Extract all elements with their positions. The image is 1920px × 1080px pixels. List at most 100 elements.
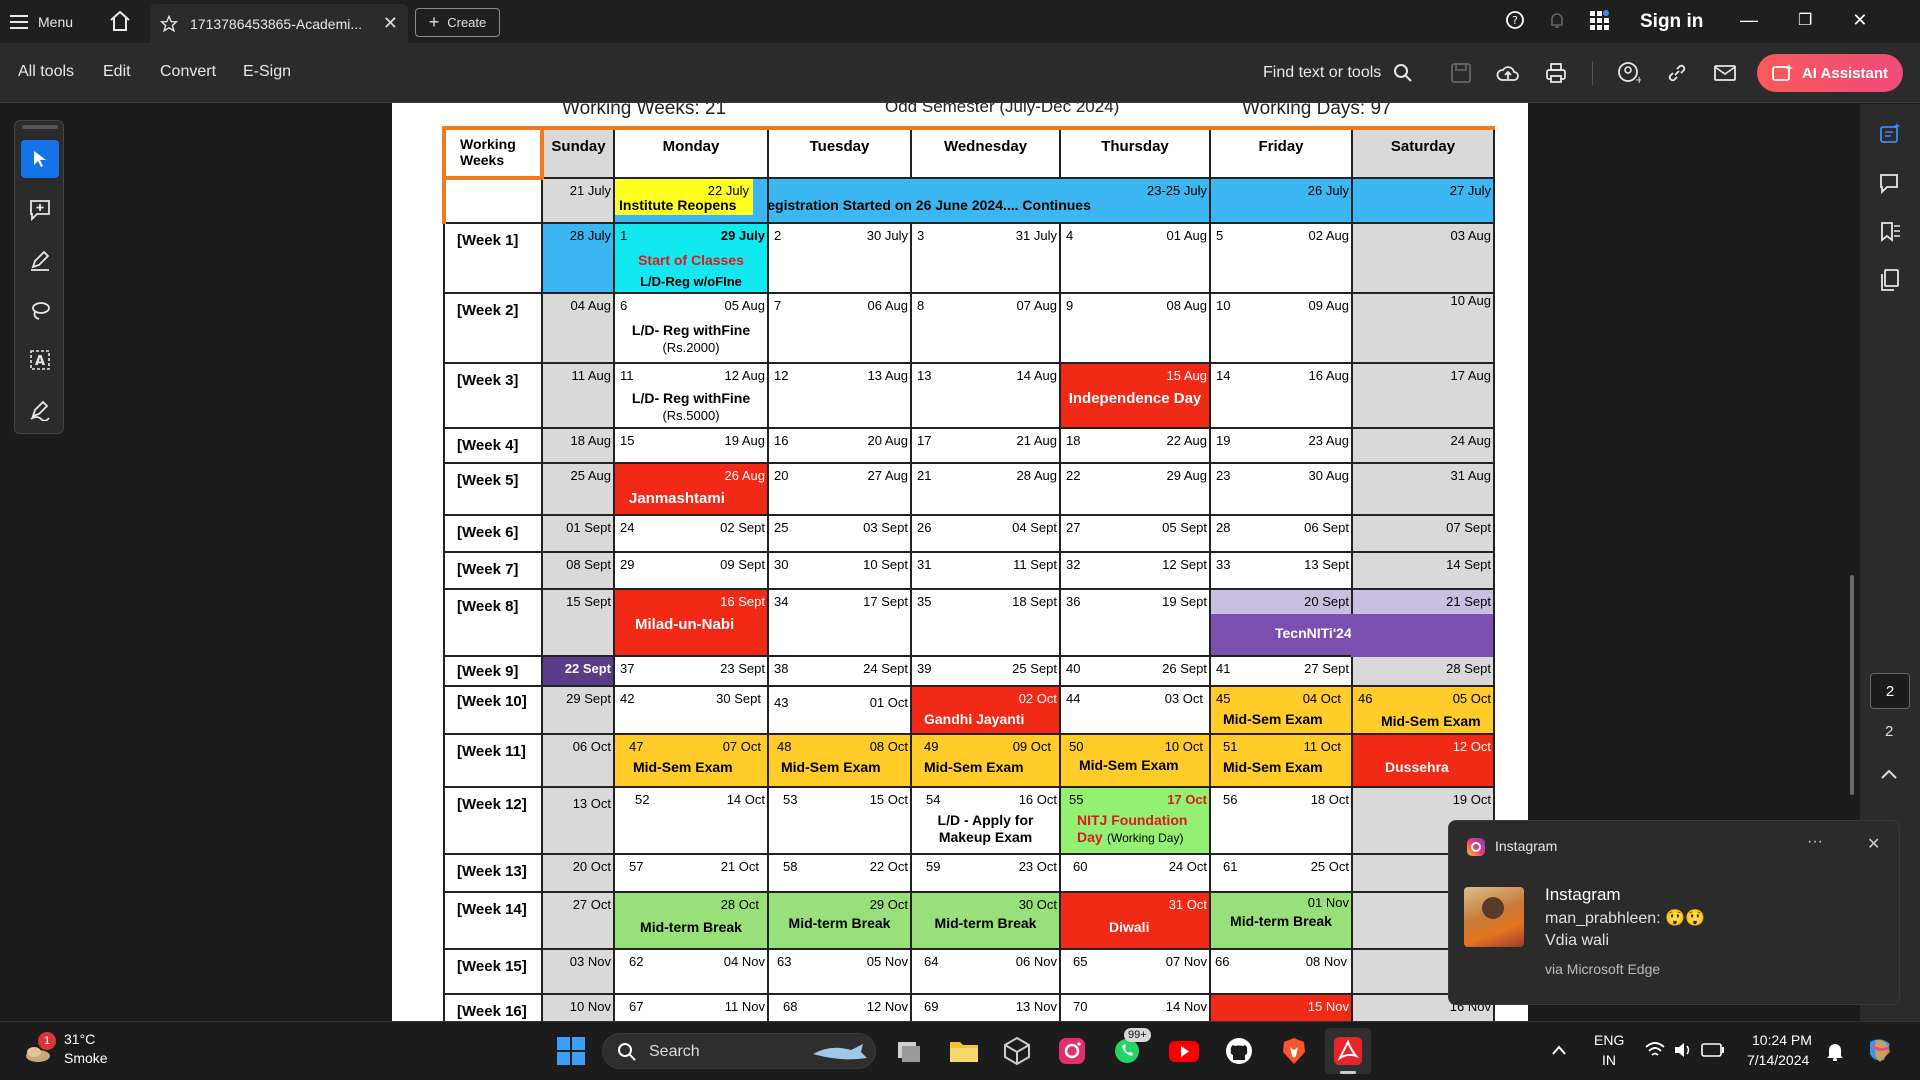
week-label-cell: [Week 14] <box>443 891 543 950</box>
day-cell: 9 08 Aug <box>1059 292 1211 364</box>
institute-reopens-cell: 22 July Institute Reopens <box>613 177 769 224</box>
help-icon[interactable]: ? <box>1505 10 1525 30</box>
calendar-row-week: [Week 3] 11 Aug 11 12 Aug L/D- Reg withFin… <box>443 362 1495 429</box>
makeup-exam-cell: 54 16 Oct L/D - Apply for Makeup Exam <box>910 786 1061 855</box>
day-cell: 21 Sept <box>1351 588 1495 657</box>
whatsapp-badge: 99+ <box>1124 1028 1151 1042</box>
late-registration-cell: 6 05 Aug L/D- Reg withFine (Rs.2000) <box>613 292 769 364</box>
print-icon[interactable] <box>1544 62 1568 84</box>
day-cell: 29 Sept <box>541 685 615 735</box>
esign-menu[interactable]: E-Sign <box>243 63 291 81</box>
mid-term-break-cell: 29 Oct Mid-term Break <box>767 891 912 950</box>
acrobat-taskbar-button[interactable] <box>1325 1028 1371 1074</box>
save-icon[interactable] <box>1450 62 1472 84</box>
edit-menu[interactable]: Edit <box>103 63 131 81</box>
day-cell: 10 Aug <box>1351 292 1495 364</box>
plus-icon: + <box>428 12 440 32</box>
highlight-tool-button[interactable] <box>21 241 59 279</box>
home-icon[interactable] <box>108 9 132 33</box>
notification-bell-icon[interactable] <box>1826 1041 1844 1061</box>
create-button[interactable]: + Create <box>415 8 500 37</box>
weather-widget[interactable]: 1 <box>22 1032 56 1066</box>
create-label: Create <box>447 15 487 30</box>
chevron-up-icon[interactable] <box>1880 768 1898 780</box>
link-icon[interactable] <box>1665 61 1689 85</box>
battery-icon[interactable] <box>1701 1042 1725 1058</box>
day-cell: 01 Sept <box>541 514 615 553</box>
star-icon[interactable] <box>160 14 178 33</box>
day-cell: 41 27 Sept <box>1209 655 1353 687</box>
chevron-up-icon[interactable] <box>1551 1044 1567 1056</box>
day-cell: 63 05 Nov <box>767 948 912 995</box>
volume-icon[interactable] <box>1673 1041 1693 1059</box>
clock-time[interactable]: 10:24 PM <box>1752 1032 1812 1048</box>
close-notification-icon[interactable]: ✕ <box>1867 834 1880 854</box>
document-scrollbar[interactable] <box>1850 575 1854 795</box>
rail-grip[interactable] <box>22 125 58 129</box>
current-page-field[interactable]: 2 <box>1870 673 1910 709</box>
youtube-icon[interactable] <box>1168 1036 1200 1066</box>
holiday-cell: 15 Nov <box>1209 993 1353 1021</box>
apps-grid-icon[interactable] <box>1589 10 1609 30</box>
upload-cloud-icon[interactable] <box>1496 62 1520 84</box>
menu-button[interactable]: Menu <box>10 10 73 34</box>
calendar-row-week: [Week 6] 01 Sept 24 02 Sept 25 03 Sept 26 0… <box>443 514 1495 553</box>
app-cube-icon[interactable] <box>1002 1036 1032 1066</box>
week-label-cell: [Week 15] <box>443 948 543 995</box>
bookmarks-icon[interactable] <box>1878 220 1902 244</box>
registration-cell: 23-25 July Registration Started on 26 Ju… <box>768 177 1211 224</box>
copilot-icon[interactable] <box>1864 1034 1896 1066</box>
wifi-icon[interactable] <box>1645 1041 1665 1059</box>
draw-tool-button[interactable] <box>21 291 59 329</box>
search-highlight-shark-icon <box>813 1044 867 1060</box>
academic-calendar-table: Working Weeks Sunday Monday Tuesday Wedn… <box>442 126 1495 1021</box>
close-tab-icon[interactable]: ✕ <box>383 13 398 34</box>
text-tool-button[interactable]: A <box>21 341 59 379</box>
share-user-icon[interactable]: + <box>1617 61 1641 85</box>
ai-generative-summary-icon[interactable] <box>1878 122 1902 146</box>
ai-assistant-button[interactable]: AI Assistant <box>1757 54 1903 92</box>
mail-icon[interactable] <box>1713 63 1737 83</box>
mid-term-break-cell: 01 Nov Mid-term Break <box>1209 891 1353 950</box>
minimize-icon[interactable]: — <box>1740 10 1758 31</box>
day-cell: 56 18 Oct <box>1209 786 1353 855</box>
acrobat-icon <box>1334 1037 1362 1065</box>
independence-day-cell: 15 Aug Independence Day <box>1059 362 1211 429</box>
instagram-taskbar-icon[interactable] <box>1057 1036 1087 1066</box>
day-cell: 3 31 July <box>910 222 1061 294</box>
task-view-icon[interactable] <box>894 1036 924 1066</box>
ai-sparkle-icon <box>1772 64 1793 81</box>
comments-icon[interactable] <box>1878 172 1902 196</box>
day-cell: 60 24 Oct <box>1059 853 1211 893</box>
week-label-cell: [Week 3] <box>443 362 543 429</box>
convert-menu[interactable]: Convert <box>160 63 216 81</box>
day-cell: 40 26 Sept <box>1059 655 1211 687</box>
select-tool-button[interactable] <box>21 140 59 178</box>
restore-icon[interactable]: ❐ <box>1798 10 1812 31</box>
sign-tool-button[interactable] <box>21 391 59 429</box>
week-label-cell: [Week 13] <box>443 853 543 893</box>
instagram-notification-toast[interactable]: Instagram ··· ✕ Instagram man_prabhleen:… <box>1448 820 1900 1005</box>
date-label: 22 July <box>707 183 749 198</box>
file-explorer-icon[interactable] <box>948 1036 980 1066</box>
day-cell: 06 Oct <box>541 733 615 788</box>
all-tools-menu[interactable]: All tools <box>18 63 74 81</box>
add-comment-tool-button[interactable] <box>21 191 59 229</box>
brave-browser-icon[interactable] <box>1279 1036 1309 1066</box>
sign-in-button[interactable]: Sign in <box>1640 11 1703 33</box>
day-cell: 14 Sept <box>1351 551 1495 590</box>
week-label-cell: [Week 4] <box>443 427 543 464</box>
github-icon[interactable] <box>1224 1036 1254 1066</box>
day-cell: 27 July <box>1351 177 1495 224</box>
bell-icon[interactable] <box>1547 10 1567 30</box>
more-options-icon[interactable]: ··· <box>1807 833 1823 851</box>
language-code[interactable]: ENG <box>1594 1032 1624 1048</box>
find-tools-search[interactable]: Find text or tools <box>1263 63 1413 83</box>
hamburger-icon <box>10 15 28 29</box>
windows-start-icon[interactable] <box>556 1036 586 1066</box>
taskbar-search-box[interactable]: Search <box>602 1033 876 1069</box>
close-window-icon[interactable]: ✕ <box>1852 10 1867 31</box>
day-cell: 23 30 Aug <box>1209 462 1353 516</box>
pages-icon[interactable] <box>1878 268 1902 292</box>
document-tab[interactable]: 1713786453865-Academi... ✕ <box>150 4 408 43</box>
